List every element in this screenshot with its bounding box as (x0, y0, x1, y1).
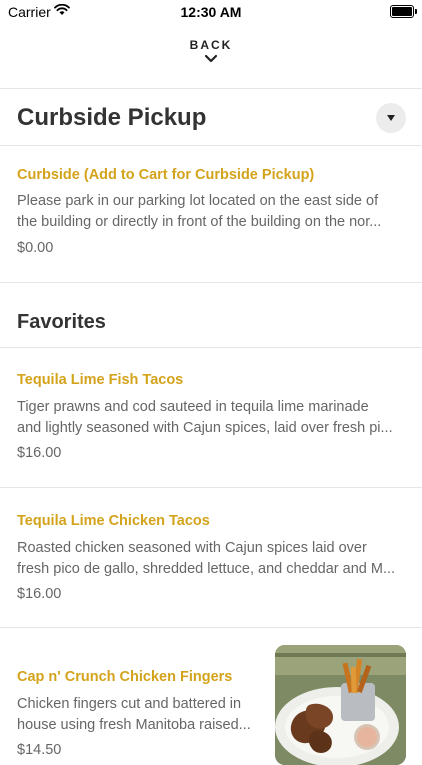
caret-down-icon (387, 115, 395, 121)
item-description-line: Tiger prawns and cod sauteed in tequila … (17, 399, 369, 415)
item-name: Tequila Lime Fish Tacos (17, 372, 184, 388)
back-label: BACK (189, 38, 233, 52)
back-button[interactable]: BACK (0, 38, 422, 63)
section-title-favorites: Favorites (17, 311, 106, 333)
battery-icon (390, 5, 417, 18)
clock: 12:30 AM (180, 4, 242, 20)
item-price: $14.50 (17, 742, 62, 758)
item-description: Chicken fingers cut and battered in hous… (17, 694, 262, 736)
item-description: Please park in our parking lot located o… (17, 191, 407, 233)
chicken-fingers-photo[interactable] (275, 645, 406, 765)
header-divider (0, 88, 422, 89)
item-price: $0.00 (17, 240, 54, 256)
section-title-curbside: Curbside Pickup (17, 104, 207, 131)
section-dropdown-button[interactable] (376, 103, 406, 133)
menu-item-curbside[interactable]: Curbside (Add to Cart for Curbside Picku… (0, 146, 422, 282)
item-description-line: Roasted chicken seasoned with Cajun spic… (17, 540, 367, 556)
item-price: $16.00 (17, 586, 62, 602)
item-description-line: house using fresh Manitoba raised... (17, 717, 251, 733)
item-price: $16.00 (17, 445, 62, 461)
status-bar: Carrier 12:30 AM (0, 0, 422, 24)
chevron-down-icon (204, 54, 218, 63)
item-name: Cap n' Crunch Chicken Fingers (17, 669, 233, 685)
item-divider (0, 282, 422, 283)
item-description: Tiger prawns and cod sauteed in tequila … (17, 397, 407, 439)
item-description: Roasted chicken seasoned with Cajun spic… (17, 538, 407, 580)
item-name: Tequila Lime Chicken Tacos (17, 513, 210, 529)
item-description-line: and lightly seasoned with Cajun spices, … (17, 420, 393, 436)
menu-item-fish-tacos[interactable]: Tequila Lime Fish Tacos Tiger prawns and… (0, 348, 422, 487)
item-description-line: fresh pico de gallo, shredded lettuce, a… (17, 561, 396, 577)
item-description-line: the building or directly in front of the… (17, 214, 382, 230)
item-description-line: Please park in our parking lot located o… (17, 193, 379, 209)
menu-item-chicken-tacos[interactable]: Tequila Lime Chicken Tacos Roasted chick… (0, 488, 422, 627)
food-photo-illustration (275, 645, 406, 765)
item-name: Curbside (Add to Cart for Curbside Picku… (17, 167, 315, 183)
item-description-line: Chicken fingers cut and battered in (17, 696, 242, 712)
